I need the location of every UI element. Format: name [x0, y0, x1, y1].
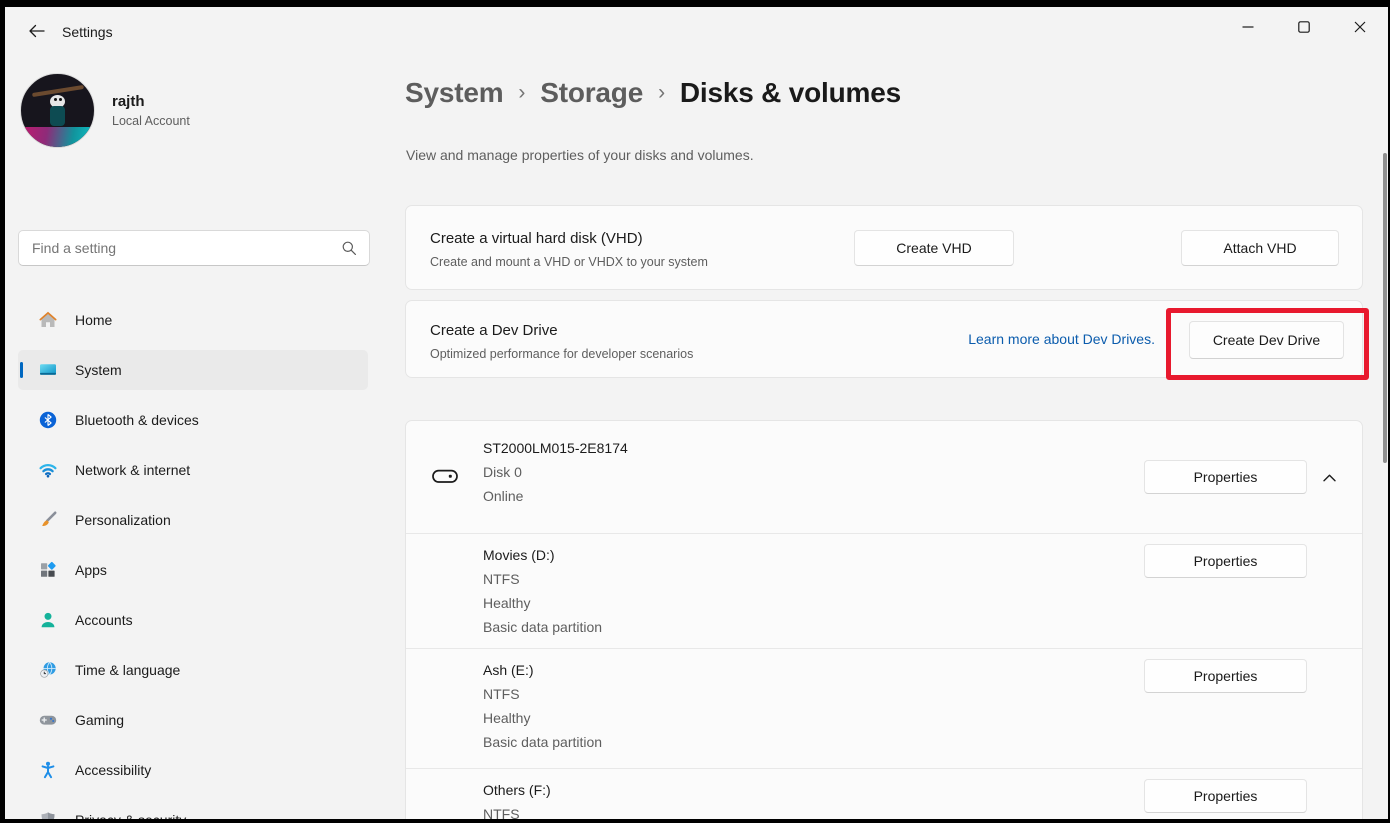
- time-language-icon: [38, 660, 58, 680]
- volume-filesystem: NTFS: [483, 567, 602, 591]
- volume-row-ash: Ash (E:) NTFS Healthy Basic data partiti…: [406, 649, 1362, 768]
- chevron-up-icon: [1323, 474, 1336, 482]
- personalization-icon: [38, 510, 58, 530]
- volume-properties-button[interactable]: Properties: [1144, 659, 1307, 693]
- disk-name: ST2000LM015-2E8174: [483, 436, 628, 460]
- user-block: rajth Local Account: [20, 73, 190, 148]
- titlebar: Settings: [5, 7, 1388, 55]
- volume-name: Movies (D:): [483, 543, 602, 567]
- search-input[interactable]: [19, 240, 341, 256]
- breadcrumb-separator: ›: [658, 81, 665, 104]
- sidebar-item-accessibility[interactable]: Accessibility: [18, 750, 368, 790]
- volume-row-movies: Movies (D:) NTFS Healthy Basic data part…: [406, 534, 1362, 648]
- user-name: rajth: [112, 92, 190, 112]
- gaming-icon: [38, 710, 58, 730]
- minimize-button[interactable]: [1220, 7, 1276, 47]
- back-button[interactable]: [20, 17, 52, 45]
- sidebar-item-label: Gaming: [75, 712, 124, 728]
- settings-window: Settings: [5, 7, 1388, 819]
- volume-health: Healthy: [483, 706, 602, 730]
- sidebar-item-privacy-security[interactable]: Privacy & security: [18, 800, 368, 819]
- sidebar-item-apps[interactable]: Apps: [18, 550, 368, 590]
- user-account-type: Local Account: [112, 112, 190, 130]
- app-title: Settings: [62, 24, 113, 40]
- search-box: [18, 230, 370, 266]
- disk-properties-button[interactable]: Properties: [1144, 460, 1307, 494]
- system-icon: [38, 360, 58, 380]
- sidebar-item-label: Time & language: [75, 662, 180, 678]
- vhd-card-title: Create a virtual hard disk (VHD): [430, 230, 643, 247]
- accessibility-icon: [38, 760, 58, 780]
- sidebar-item-label: Accounts: [75, 612, 133, 628]
- breadcrumb-system[interactable]: System: [405, 77, 503, 108]
- vertical-scrollbar-thumb[interactable]: [1383, 153, 1387, 463]
- sidebar-item-label: System: [75, 362, 122, 378]
- back-arrow-icon: [28, 23, 45, 39]
- maximize-icon: [1298, 21, 1310, 33]
- disk-card: ST2000LM015-2E8174 Disk 0 Online Propert…: [405, 420, 1363, 819]
- sidebar-item-system[interactable]: System: [18, 350, 368, 390]
- volume-type: Basic data partition: [483, 615, 602, 639]
- volume-filesystem: NTFS: [483, 802, 551, 819]
- sidebar-item-personalization[interactable]: Personalization: [18, 500, 368, 540]
- volume-type: Basic data partition: [483, 730, 602, 754]
- accounts-icon: [38, 610, 58, 630]
- sidebar-item-gaming[interactable]: Gaming: [18, 700, 368, 740]
- sidebar: rajth Local Account Home Sy: [5, 55, 397, 819]
- bluetooth-icon: [38, 410, 58, 430]
- sidebar-item-label: Personalization: [75, 512, 171, 528]
- selected-accent-bar: [20, 362, 23, 378]
- attach-vhd-button[interactable]: Attach VHD: [1181, 230, 1339, 266]
- sidebar-item-label: Privacy & security: [75, 812, 186, 819]
- main-content: System › Storage › Disks & volumes View and …: [405, 55, 1388, 819]
- page-title: Disks & volumes: [680, 77, 901, 108]
- breadcrumb: System › Storage › Disks & volumes: [405, 77, 901, 109]
- vhd-card-description: Create and mount a VHD or VHDX to your s…: [430, 255, 708, 269]
- sidebar-item-time-language[interactable]: Time & language: [18, 650, 368, 690]
- window-controls: [1220, 7, 1388, 47]
- volume-properties-button[interactable]: Properties: [1144, 544, 1307, 578]
- dev-drive-card: Create a Dev Drive Optimized performance…: [405, 300, 1363, 378]
- collapse-disk-button[interactable]: [1311, 463, 1347, 493]
- sidebar-item-network-internet[interactable]: Network & internet: [18, 450, 368, 490]
- volume-health: Healthy: [483, 591, 602, 615]
- close-button[interactable]: [1332, 7, 1388, 47]
- page-subtitle: View and manage properties of your disks…: [406, 147, 754, 163]
- volume-name: Others (F:): [483, 778, 551, 802]
- vhd-card: Create a virtual hard disk (VHD) Create …: [405, 205, 1363, 290]
- volume-name: Ash (E:): [483, 658, 602, 682]
- sidebar-item-label: Accessibility: [75, 762, 151, 778]
- drive-icon: [432, 469, 458, 489]
- sidebar-item-label: Network & internet: [75, 462, 190, 478]
- network-icon: [38, 460, 58, 480]
- volume-filesystem: NTFS: [483, 682, 602, 706]
- privacy-icon: [38, 810, 58, 819]
- disk-status: Online: [483, 484, 628, 508]
- create-dev-drive-button[interactable]: Create Dev Drive: [1189, 321, 1344, 359]
- apps-icon: [38, 560, 58, 580]
- user-avatar: [20, 73, 95, 148]
- close-icon: [1354, 21, 1366, 33]
- sidebar-item-home[interactable]: Home: [18, 300, 368, 340]
- dev-drive-card-description: Optimized performance for developer scen…: [430, 347, 693, 361]
- sidebar-item-accounts[interactable]: Accounts: [18, 600, 368, 640]
- dev-drive-card-title: Create a Dev Drive: [430, 322, 558, 339]
- volume-row-others: Others (F:) NTFS Properties: [406, 769, 1362, 819]
- sidebar-item-bluetooth-devices[interactable]: Bluetooth & devices: [18, 400, 368, 440]
- sidebar-item-label: Home: [75, 312, 112, 328]
- breadcrumb-storage[interactable]: Storage: [540, 77, 643, 108]
- maximize-button[interactable]: [1276, 7, 1332, 47]
- home-icon: [38, 310, 58, 330]
- volume-properties-button[interactable]: Properties: [1144, 779, 1307, 813]
- minimize-icon: [1242, 21, 1254, 33]
- breadcrumb-separator: ›: [518, 81, 525, 104]
- disk-header-row: ST2000LM015-2E8174 Disk 0 Online Propert…: [406, 421, 1362, 533]
- sidebar-item-label: Apps: [75, 562, 107, 578]
- learn-more-dev-drives-link[interactable]: Learn more about Dev Drives.: [968, 331, 1155, 347]
- sidebar-nav: Home System Bluetooth & devices Net: [18, 300, 368, 819]
- search-icon: [341, 240, 357, 256]
- create-vhd-button[interactable]: Create VHD: [854, 230, 1014, 266]
- sidebar-item-label: Bluetooth & devices: [75, 412, 199, 428]
- disk-number: Disk 0: [483, 460, 628, 484]
